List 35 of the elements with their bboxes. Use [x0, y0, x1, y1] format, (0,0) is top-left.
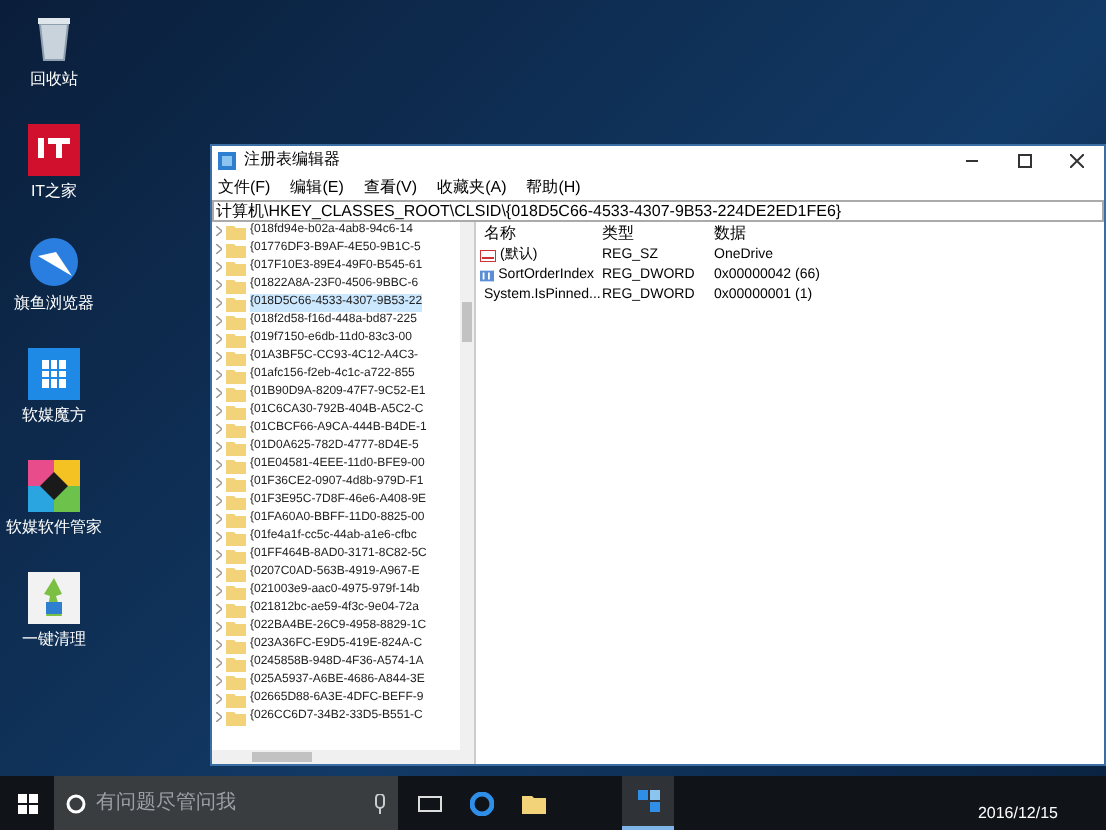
desktop-icon-label[interactable]: 一键清理 [22, 630, 86, 650]
column-header[interactable]: 类型 [594, 222, 706, 246]
string-value-icon [480, 250, 496, 262]
circle-icon [66, 793, 86, 813]
binary-value-icon [480, 270, 495, 282]
colorful-diamond-icon [28, 460, 80, 512]
microphone-icon [374, 793, 386, 813]
desktop-icon-label[interactable]: 回收站 [30, 70, 78, 90]
desktop-icon-label[interactable]: 软媒魔方 [22, 406, 86, 426]
task-view-icon[interactable] [418, 795, 442, 811]
vertical-scrollbar[interactable] [460, 222, 474, 750]
menu-item[interactable]: 文件(F) [218, 175, 271, 199]
menu-item[interactable]: 编辑(E) [290, 175, 344, 199]
cube-grid-icon [28, 348, 80, 400]
clock-date[interactable]: 2016/12/15 [977, 802, 1106, 830]
desktop-icon-label[interactable]: 旗鱼浏览器 [14, 294, 94, 314]
it-logo-icon [28, 124, 80, 176]
column-header[interactable]: 数据 [706, 222, 866, 246]
file-explorer-icon[interactable] [522, 793, 546, 813]
horizontal-scrollbar[interactable] [212, 750, 474, 764]
menu-item[interactable]: 收藏夹(A) [437, 175, 507, 199]
desktop-icon-label[interactable]: 软媒软件管家 [6, 518, 102, 538]
close-icon [1069, 153, 1083, 167]
window-title: 注册表编辑器 [244, 148, 340, 172]
menu-item[interactable]: 查看(V) [363, 175, 418, 199]
search-placeholder: 有问题尽管问我 [96, 789, 238, 818]
search-box[interactable]: 有问题尽管问我 [54, 776, 398, 830]
registry-editor-icon [218, 151, 236, 169]
registry-cubes-icon [637, 790, 659, 812]
column-header[interactable]: 名称 [476, 222, 594, 246]
menu-item[interactable]: 帮助(H) [526, 175, 581, 199]
registry-taskbar-button[interactable] [622, 776, 674, 830]
windows-logo-icon [17, 793, 37, 813]
address-bar[interactable]: 计算机\HKEY_CLASSES_ROOT\CLSID\{018D5C66-4533-4307-9B53-224DE2ED1FE6} [212, 200, 1104, 222]
desktop-icon-label[interactable]: IT之家 [30, 182, 78, 202]
